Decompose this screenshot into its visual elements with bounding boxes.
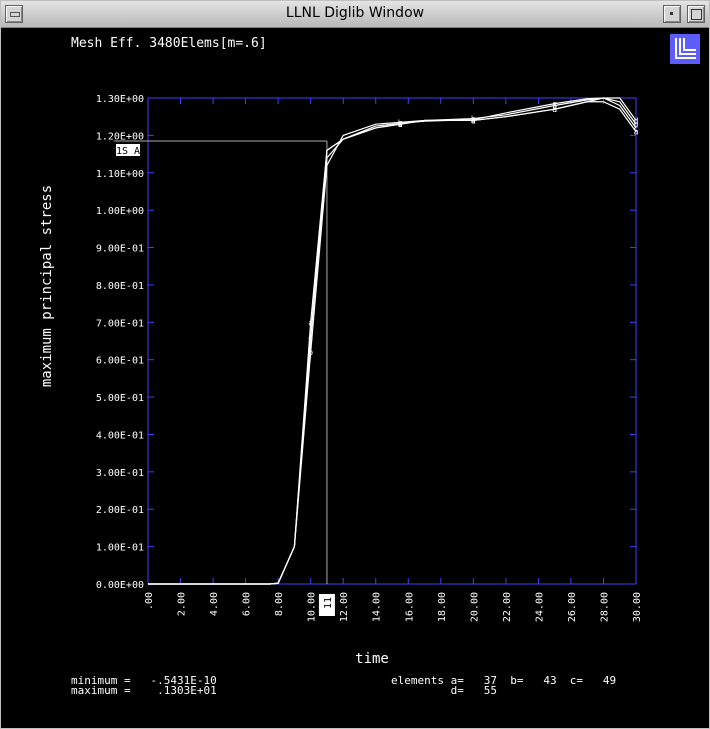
y-tick-label: 6.00E-01 (96, 356, 144, 367)
cursor-y-tag: 1S A (116, 146, 140, 157)
plot-frame (147, 97, 637, 585)
x-tick-label: 2.00 (177, 592, 188, 616)
x-tick-label: 30.00 (632, 592, 643, 622)
x-tick-label: .00 (144, 592, 155, 610)
elements-readout-d: d= 55 (391, 684, 497, 697)
x-tick-label: 6.00 (242, 592, 253, 616)
y-tick-label: 9.00E-01 (96, 244, 144, 255)
y-tick-label: 8.00E-01 (96, 281, 144, 292)
x-tick-label: 22.00 (502, 592, 513, 622)
x-tick-label: 26.00 (567, 592, 578, 622)
series-marker-d: d (398, 120, 403, 129)
series-marker-d: d (308, 333, 313, 342)
x-tick-label: 8.00 (274, 592, 285, 616)
series-line-c (148, 97, 637, 585)
x-tick-label: 10.00 (307, 592, 318, 622)
x-tick-label: 24.00 (534, 592, 545, 622)
y-tick-label: 7.00E-01 (96, 318, 144, 329)
x-tick-label: 12.00 (339, 592, 350, 622)
cursor-x-tag: 11 (323, 597, 334, 609)
y-tick-label: 5.00E-01 (96, 393, 144, 404)
y-tick-label: 1.00E-01 (96, 543, 144, 554)
series-line-a (148, 101, 637, 585)
x-tick-label: 16.00 (404, 592, 415, 622)
stress-time-chart: 0.00E+00 1.00E-01 2.00E-01 3.00E-01 4.00E-01… (39, 94, 643, 667)
x-tick-label: 4.00 (209, 592, 220, 616)
y-tick-label: 3.00E-01 (96, 468, 144, 479)
series-line-d (148, 97, 637, 585)
x-tick-label: 28.00 (599, 592, 610, 622)
x-tick-label: 20.00 (469, 592, 480, 622)
maximum-readout: maximum = .1303E+01 (71, 684, 217, 697)
series-line-b (148, 97, 637, 585)
y-tick-label: 1.10E+00 (96, 169, 144, 180)
y-tick-label: 1.00E+00 (96, 206, 144, 217)
y-tick-label: 0.00E+00 (96, 580, 144, 591)
y-tick-label: 2.00E-01 (96, 505, 144, 516)
y-axis-label: maximum principal stress (39, 185, 55, 387)
y-tick-label: 4.00E-01 (96, 430, 144, 441)
x-tick-label: 14.00 (372, 592, 383, 622)
x-axis-label: time (355, 651, 389, 667)
series-marker-d: d (634, 116, 639, 125)
y-tick-label: 1.30E+00 (96, 94, 144, 105)
x-tick-label: 18.00 (437, 592, 448, 622)
diglib-window: LLNL Diglib Window Mesh Eff. 3480Elems[m… (0, 0, 710, 729)
series-marker-d: d (552, 105, 557, 114)
series-marker-d: d (471, 116, 476, 125)
